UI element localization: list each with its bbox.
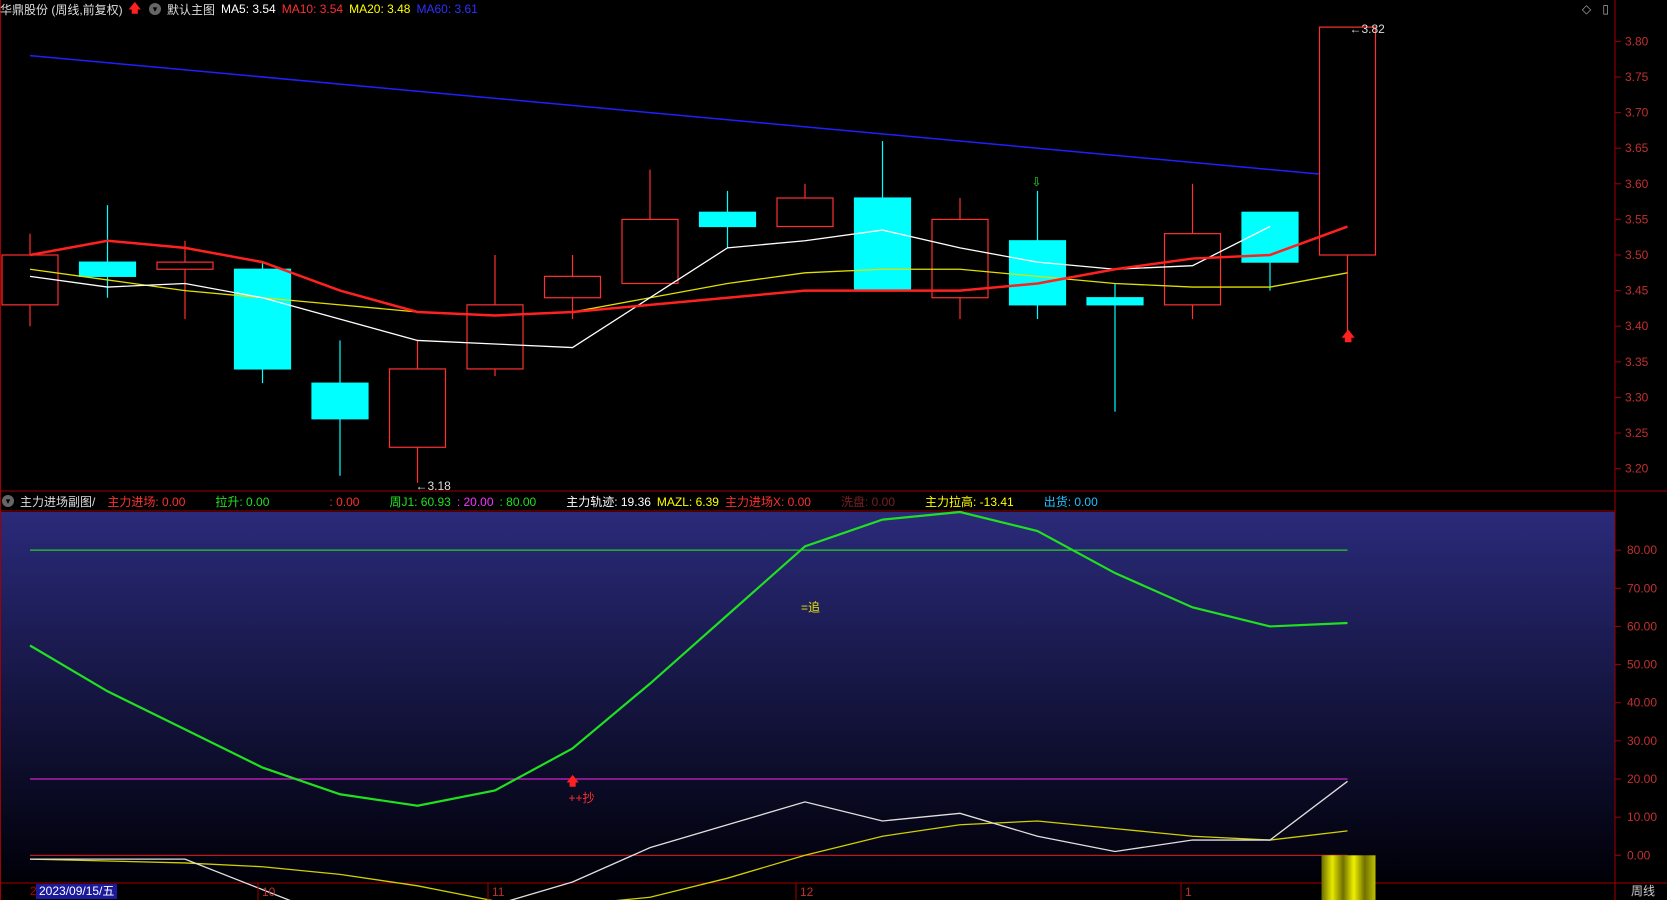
price-axis-label: 3.30 — [1625, 390, 1649, 404]
buy-arrow-icon: 🡅 — [1342, 329, 1356, 344]
chevron-down-icon[interactable]: ▾ — [2, 495, 14, 507]
price-axis-label: 3.45 — [1625, 284, 1649, 298]
price-axis-label: 3.50 — [1625, 248, 1649, 262]
indicator-legend: 主力进场: 0.00 拉升: 0.00 : 0.00 周J1: 60.93 : 20.0… — [107, 493, 1103, 510]
date-cursor-box: 2023/09/15/五 — [36, 884, 118, 899]
indicator-legend-item: : 80.00 — [499, 494, 537, 509]
candle-down[interactable] — [1086, 297, 1144, 306]
price-axis-label: 3.60 — [1625, 177, 1649, 191]
sub-axis-label: 50.00 — [1627, 658, 1657, 672]
indicator-legend-item: 洗盘: 0.00 — [840, 494, 896, 509]
sub-axis-label: 10.00 — [1627, 810, 1657, 824]
indicator-legend-item: MAZL: 6.39 — [656, 494, 719, 509]
indicator-legend-item: 主力拉高: -13.41 — [925, 494, 1014, 509]
candle-up[interactable] — [776, 197, 834, 228]
candle-up[interactable] — [543, 275, 602, 299]
sub-axis-label: 30.00 — [1627, 734, 1657, 748]
pull-up-bar — [1321, 855, 1376, 900]
candle-down[interactable] — [78, 261, 137, 277]
candle-up[interactable] — [1163, 233, 1222, 306]
candle-down[interactable] — [233, 268, 292, 370]
candle-down[interactable] — [1008, 240, 1067, 306]
candle-up[interactable] — [1, 254, 59, 306]
ma-legend-item: MA10: 3.54 — [281, 2, 344, 16]
month-label: 10 — [262, 885, 276, 899]
chase-label: =追 — [801, 599, 820, 614]
price-axis-label: 3.65 — [1625, 141, 1649, 155]
chart-name[interactable]: 默认主图 — [167, 1, 215, 18]
indicator-legend-item: 主力进场X: 0.00 — [724, 494, 811, 509]
top-right-tools: ◇ ▯ — [1574, 2, 1609, 16]
candle-down[interactable] — [698, 211, 757, 228]
x-tick-first: 2 — [30, 884, 37, 898]
price-axis-label: 3.20 — [1625, 462, 1649, 476]
candle-up[interactable] — [621, 218, 679, 285]
window-icon[interactable]: ▯ — [1602, 2, 1609, 16]
ma60-line — [29, 54, 1348, 178]
indicator-background — [0, 512, 1615, 882]
sell-arrow-icon: ⇩ — [1032, 175, 1042, 189]
sub-axis-label: 20.00 — [1627, 772, 1657, 786]
indicator-legend-item: 周J1: 60.93 — [389, 494, 451, 509]
price-axis-label: 3.55 — [1625, 212, 1649, 226]
diamond-icon[interactable]: ◇ — [1582, 2, 1591, 16]
candle-up[interactable] — [388, 368, 447, 448]
arrow-up-icon: 🡅 — [128, 0, 142, 15]
candle-up[interactable] — [931, 218, 989, 299]
sub-axis-label: 0.00 — [1627, 848, 1651, 862]
candle-down[interactable] — [853, 197, 912, 292]
price-axis-label: 3.70 — [1625, 106, 1649, 120]
price-axis-label: 3.25 — [1625, 426, 1649, 440]
ma-legend-item: MA20: 3.48 — [349, 2, 411, 16]
price-axis-label: 3.40 — [1625, 319, 1649, 333]
low-price-label: ←3.18 — [416, 479, 452, 493]
indicator-legend-item: : 20.00 — [456, 494, 494, 509]
candle-down[interactable] — [311, 382, 369, 420]
period-label[interactable]: 周线 — [1631, 884, 1655, 899]
month-label: 12 — [800, 885, 814, 899]
price-axis-label: 3.80 — [1625, 34, 1649, 48]
ma-legend-item: MA5: 3.54 — [221, 2, 276, 16]
sub-axis-label: 60.00 — [1627, 619, 1657, 633]
high-price-label: ←3.82 — [1350, 22, 1386, 36]
indicator-legend-item: 主力轨迹: 19.36 — [566, 494, 651, 509]
indicator-legend-item: 出货: 0.00 — [1043, 494, 1098, 509]
ma-legend-item: MA60: 3.61 — [416, 2, 478, 16]
month-label: 11 — [492, 885, 505, 899]
indicator-legend-item: 主力进场: 0.00 — [107, 494, 186, 509]
candle-up[interactable] — [156, 261, 214, 270]
price-axis-label: 3.35 — [1625, 355, 1649, 369]
indicator-name[interactable]: 主力进场副图/ — [20, 493, 95, 510]
sub-axis-label: 40.00 — [1627, 696, 1657, 710]
chevron-down-icon[interactable]: ▾ — [149, 3, 162, 15]
price-axis-label: 3.75 — [1625, 70, 1649, 84]
indicator-legend-item: : 0.00 — [329, 494, 360, 509]
buy-arrow-icon: 🡅 — [567, 774, 580, 788]
candle-up[interactable] — [1318, 26, 1377, 256]
sub-axis-label: 80.00 — [1627, 543, 1657, 557]
month-label: 1 — [1185, 885, 1192, 899]
sub-axis-label: 70.00 — [1627, 581, 1657, 595]
buy-label: ++抄 — [569, 791, 595, 805]
main-chart-header: 华鼎股份 (周线,前复权) 🡅 ▾ 默认主图 MA5: 3.54 MA10: 3.… — [0, 0, 1615, 18]
chart-canvas[interactable]: 3.80 3.75 3.70 3.65 3.60 3.55 3.50 3.45 3.40 3.35… — [0, 0, 1667, 900]
indicator-legend-item: 拉升: 0.00 — [215, 494, 270, 509]
ma20-line — [29, 268, 1348, 317]
stock-title[interactable]: 华鼎股份 (周线,前复权) — [0, 1, 123, 18]
ma10-line — [29, 225, 1348, 317]
indicator-header: ▾ 主力进场副图/ 主力进场: 0.00 拉升: 0.00 : 0.00 周J1: 6… — [0, 492, 1615, 510]
ma-legend: MA5: 3.54 MA10: 3.54 MA20: 3.48 MA60: 3.61 — [221, 2, 484, 16]
